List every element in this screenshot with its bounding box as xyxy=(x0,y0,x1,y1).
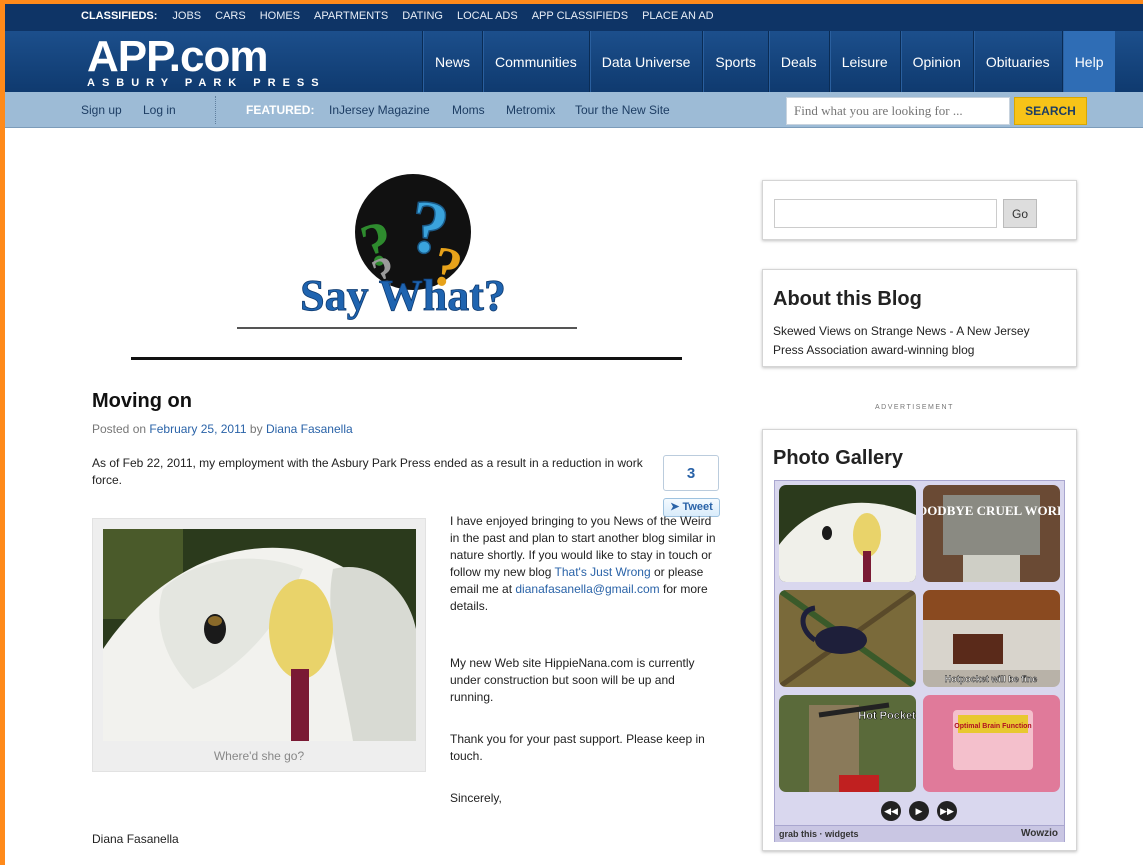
site-logo-sub: ASBURY PARK PRESS xyxy=(87,77,326,89)
gallery-thumb-magnolia[interactable] xyxy=(779,485,916,582)
nav-news[interactable]: News xyxy=(422,31,482,92)
tweet-button-label: Tweet xyxy=(682,501,713,513)
about-widget: About this Blog Skewed Views on Strange … xyxy=(762,269,1077,367)
classifieds-link-app-classifieds[interactable]: APP CLASSIFIEDS xyxy=(532,10,628,22)
advertisement-label: ADVERTISEMENT xyxy=(875,404,954,411)
meta-posted-label: Posted on xyxy=(92,422,147,436)
gallery-thumb-goodbye[interactable]: GOODBYE CRUEL WORLD xyxy=(923,485,1060,582)
sidebar-search-input[interactable] xyxy=(774,199,997,228)
nav-obituaries[interactable]: Obituaries xyxy=(972,31,1062,92)
post-photo-frame: Where'd she go? xyxy=(92,518,426,772)
header-divider xyxy=(131,357,682,360)
sidebar-go-button[interactable]: Go xyxy=(1003,199,1037,228)
classifieds-link-jobs[interactable]: JOBS xyxy=(172,10,201,22)
gallery-panel: GOODBYE CRUEL WORLD Hotpocket will be fi… xyxy=(774,480,1065,842)
subnav-divider xyxy=(215,96,216,124)
about-text: Skewed Views on Strange News - A New Jer… xyxy=(773,324,1030,357)
tweet-count: 3 xyxy=(663,455,719,491)
thumb-kitchen-text: Hotpocket will be fine xyxy=(945,674,1038,684)
gallery-thumb-hotpocket[interactable]: Hot Pocket xyxy=(779,695,916,792)
site-logo-main: APP.com xyxy=(87,32,268,81)
gallery-title: Photo Gallery xyxy=(773,447,904,469)
classifieds-link-place-an-ad[interactable]: PLACE AN AD xyxy=(642,10,714,22)
thumb-hotpocket-text: Hot Pocket xyxy=(858,710,916,722)
post-paragraph-2: My new Web site HippieNana.com is curren… xyxy=(450,656,695,704)
classifieds-label: CLASSIFIEDS: xyxy=(81,10,158,22)
classifieds-link-dating[interactable]: DATING xyxy=(402,10,443,22)
post-author-link[interactable]: Diana Fasanella xyxy=(266,422,353,436)
gallery-thumb-brain[interactable]: Optimal Brain Function xyxy=(923,695,1060,792)
main-nav: News Communities Data Universe Sports De… xyxy=(422,31,1116,92)
gallery-thumb-scorpion[interactable] xyxy=(779,590,916,687)
post-paragraph-1: I have enjoyed bringing to you News of t… xyxy=(450,513,720,615)
post-meta: Posted on February 25, 2011 by Diana Fas… xyxy=(92,422,353,436)
about-title: About this Blog xyxy=(773,288,922,310)
magnolia-photo[interactable] xyxy=(103,529,416,741)
meta-by-label: by xyxy=(249,422,263,436)
nav-data-universe[interactable]: Data Universe xyxy=(588,31,703,92)
thumb-goodbye-text: GOODBYE CRUEL WORLD xyxy=(923,503,1060,518)
sidebar-search-widget: Go xyxy=(762,180,1077,240)
gallery-prev-icon[interactable]: ◀◀ xyxy=(881,801,901,821)
page-frame: CLASSIFIEDS: JOBS CARS HOMES APARTMENTS … xyxy=(5,4,1143,865)
masthead: APP.com ASBURY PARK PRESS News Communiti… xyxy=(5,31,1143,92)
post-signoff: Diana Fasanella xyxy=(92,832,179,846)
gallery-thumb-kitchen[interactable]: Hotpocket will be fine xyxy=(923,590,1060,687)
nav-communities[interactable]: Communities xyxy=(482,31,589,92)
email-link[interactable]: dianafasanella@gmail.com xyxy=(515,582,659,596)
gallery-footer: grab this · widgets Wowzio xyxy=(775,825,1064,842)
site-logo[interactable]: APP.com ASBURY PARK PRESS xyxy=(87,32,326,90)
featured-link-injersey[interactable]: InJersey Magazine xyxy=(329,103,430,117)
post-paragraph-4: Sincerely, xyxy=(450,791,502,805)
login-link[interactable]: Log in xyxy=(143,103,176,117)
post-intro: As of Feb 22, 2011, my employment with t… xyxy=(92,456,643,487)
signup-link[interactable]: Sign up xyxy=(81,103,122,117)
classifieds-bar: CLASSIFIEDS: JOBS CARS HOMES APARTMENTS … xyxy=(5,4,1143,31)
nav-leisure[interactable]: Leisure xyxy=(828,31,900,92)
wowzio-logo[interactable]: Wowzio xyxy=(1021,828,1058,839)
post-paragraph-3: Thank you for your past support. Please … xyxy=(450,732,705,763)
classifieds-link-apartments[interactable]: APARTMENTS xyxy=(314,10,388,22)
featured-link-moms[interactable]: Moms xyxy=(452,103,485,117)
twitter-bird-icon: ➤ xyxy=(670,501,683,513)
photo-gallery-widget: Photo Gallery GOODBYE CRUEL WORLD xyxy=(762,429,1077,851)
featured-link-tour[interactable]: Tour the New Site xyxy=(575,103,670,117)
logo-title: Say What? xyxy=(300,271,506,320)
site-search-input[interactable] xyxy=(786,97,1010,125)
nav-opinion[interactable]: Opinion xyxy=(899,31,973,92)
post-date-link[interactable]: February 25, 2011 xyxy=(149,422,246,436)
gallery-grab-link[interactable]: grab this · widgets xyxy=(779,829,859,839)
featured-link-metromix[interactable]: Metromix xyxy=(506,103,555,117)
featured-label: FEATURED: xyxy=(246,103,315,117)
thumb-brain-text: Optimal Brain Function xyxy=(954,723,1031,730)
post-title[interactable]: Moving on xyxy=(92,390,192,413)
thats-just-wrong-link[interactable]: That's Just Wrong xyxy=(555,565,651,579)
classifieds-link-cars[interactable]: CARS xyxy=(215,10,246,22)
nav-deals[interactable]: Deals xyxy=(767,31,829,92)
gallery-play-icon[interactable]: ▶ xyxy=(909,801,929,821)
classifieds-link-local-ads[interactable]: LOCAL ADS xyxy=(457,10,518,22)
say-what-logo: ? ? ? ? Say What? xyxy=(237,174,577,329)
gallery-next-icon[interactable]: ▶▶ xyxy=(937,801,957,821)
photo-caption: Where'd she go? xyxy=(213,749,305,763)
nav-help[interactable]: Help xyxy=(1061,31,1116,92)
nav-sports[interactable]: Sports xyxy=(702,31,767,92)
site-search-button[interactable]: SEARCH xyxy=(1014,97,1087,125)
classifieds-link-homes[interactable]: HOMES xyxy=(260,10,300,22)
